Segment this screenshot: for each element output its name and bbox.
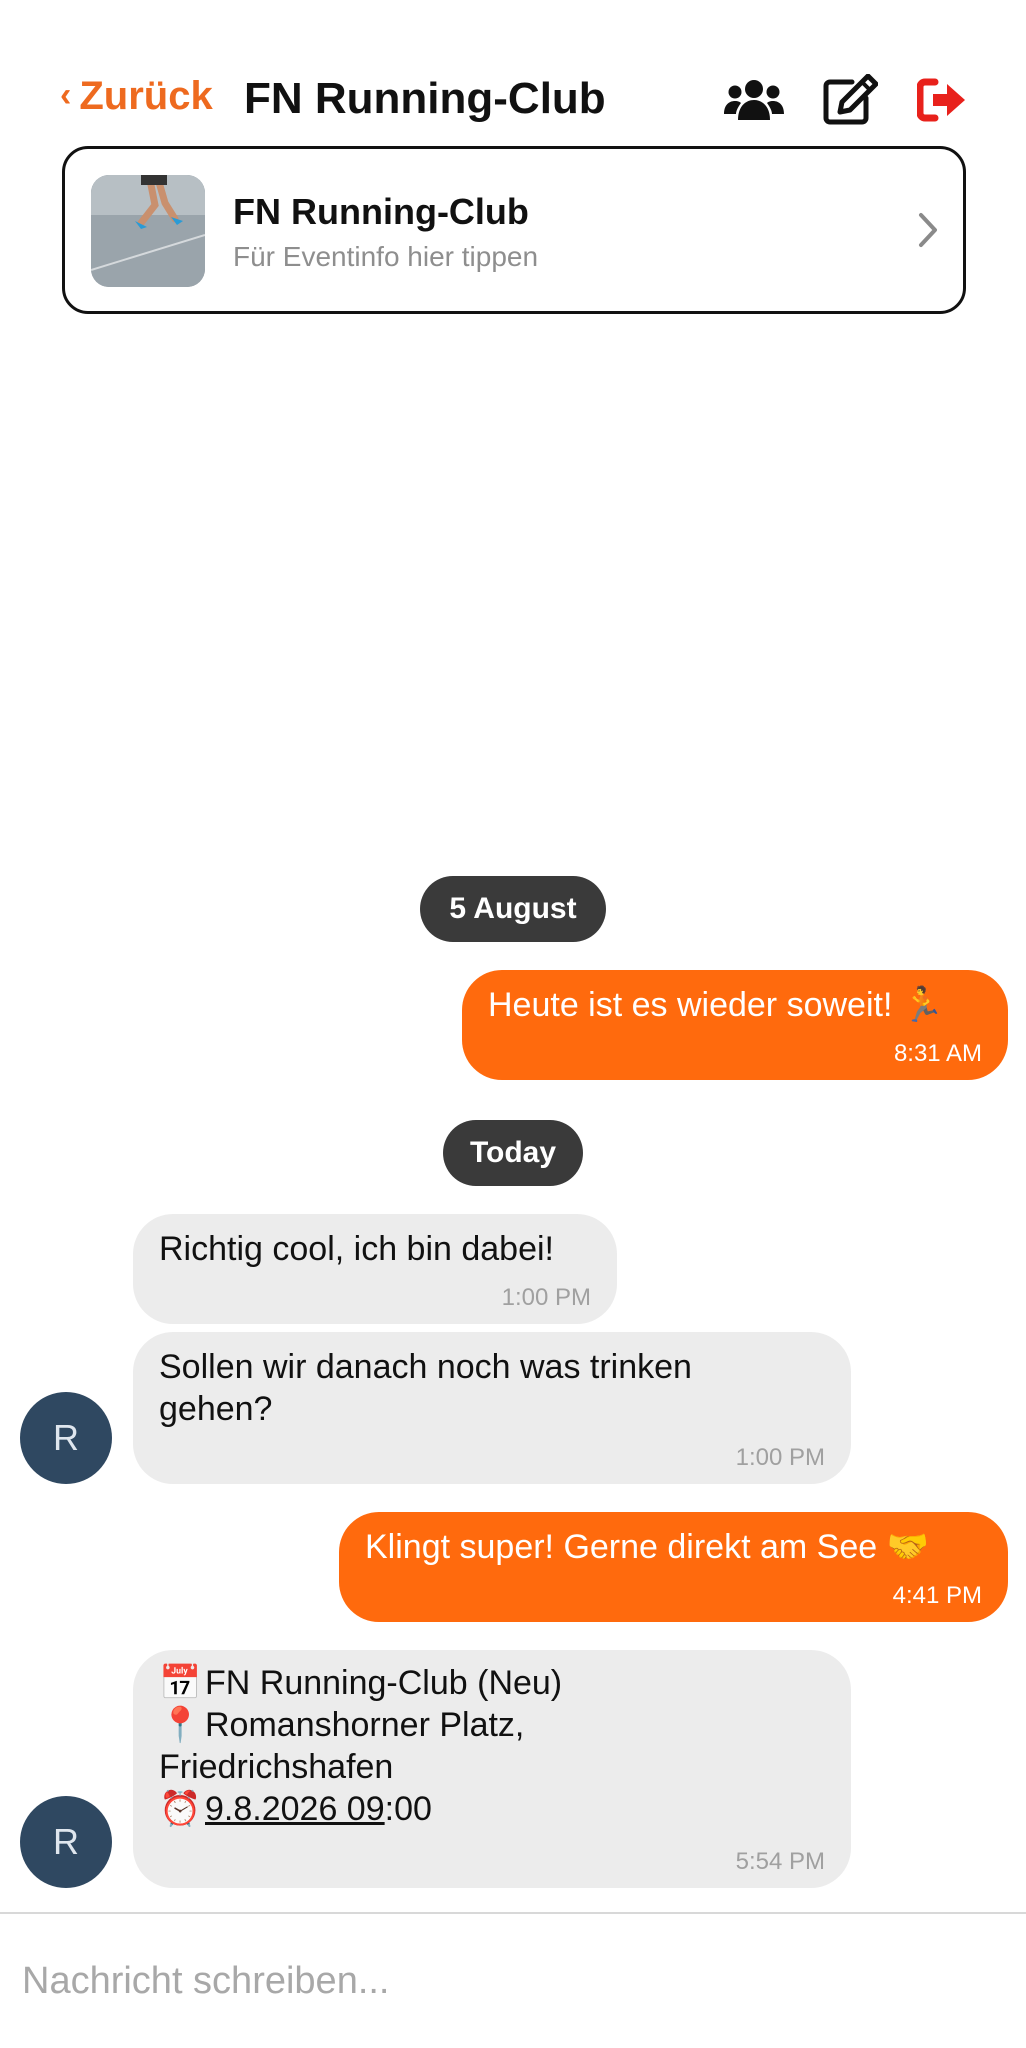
message-bubble-incoming[interactable]: Sollen wir danach noch was trinken gehen… — [133, 1332, 851, 1484]
message-bubble-incoming[interactable]: Richtig cool, ich bin dabei! 1:00 PM — [133, 1214, 617, 1324]
event-time-rest: :00 — [384, 1790, 432, 1828]
leave-icon[interactable] — [910, 70, 974, 130]
avatar[interactable]: R — [20, 1796, 112, 1888]
chat-title: FN Running-Club — [244, 74, 606, 123]
event-subtitle: Für Eventinfo hier tippen — [233, 241, 539, 272]
edit-icon[interactable] — [818, 70, 882, 130]
event-title: FN Running-Club — [233, 191, 529, 232]
back-button[interactable]: ‹ Zurück — [60, 74, 213, 119]
event-message-line: 📅 FN Running-Club (Neu) — [159, 1662, 562, 1704]
date-separator: 5 August — [420, 876, 606, 942]
event-message-line: ⏰ 9.8.2026 09:00 — [159, 1788, 432, 1830]
message-time: 1:00 PM — [501, 1284, 591, 1311]
message-text: Heute ist es wieder soweit! 🏃 — [488, 986, 945, 1024]
message-text-line: gehen? — [159, 1390, 273, 1428]
calendar-icon: 📅 — [159, 1664, 202, 1702]
chevron-right-icon — [917, 211, 939, 254]
event-thumbnail — [91, 175, 205, 287]
message-input[interactable] — [0, 1914, 1026, 2048]
event-info-card[interactable]: FN Running-Club Für Eventinfo hier tippe… — [62, 146, 966, 314]
event-message-line: Friedrichshafen — [159, 1746, 393, 1788]
chat-header: ‹ Zurück FN Running-Club — [0, 60, 1026, 140]
message-time: 1:00 PM — [735, 1444, 825, 1471]
message-time: 8:31 AM — [893, 1040, 982, 1067]
event-date-link[interactable]: 9.8.2026 09 — [205, 1788, 385, 1830]
message-bubble-outgoing[interactable]: Heute ist es wieder soweit! 🏃 8:31 AM — [462, 970, 1008, 1080]
users-icon[interactable] — [722, 70, 786, 130]
event-message-line: 📍 Romanshorner Platz, — [159, 1704, 524, 1746]
message-text: Richtig cool, ich bin dabei! — [159, 1230, 555, 1268]
chevron-left-icon: ‹ — [60, 76, 72, 114]
message-bubble-incoming[interactable]: 📅 FN Running-Club (Neu) 📍 Romanshorner P… — [133, 1650, 851, 1888]
alarm-clock-icon: ⏰ — [159, 1790, 202, 1828]
message-text: Klingt super! Gerne direkt am See 🤝 — [365, 1528, 929, 1566]
date-separator: Today — [443, 1120, 583, 1186]
avatar[interactable]: R — [20, 1392, 112, 1484]
event-message-city: Friedrichshafen — [159, 1748, 394, 1786]
back-label: Zurück — [79, 74, 213, 118]
message-bubble-outgoing[interactable]: Klingt super! Gerne direkt am See 🤝 4:41… — [339, 1512, 1008, 1622]
location-pin-icon: 📍 — [159, 1706, 202, 1744]
event-message-title: FN Running-Club (Neu) — [205, 1664, 563, 1702]
message-time: 5:54 PM — [735, 1848, 825, 1875]
message-time: 4:41 PM — [892, 1582, 982, 1609]
event-message-location: Romanshorner Platz, — [205, 1706, 525, 1744]
message-text-line: Sollen wir danach noch was trinken — [159, 1348, 692, 1386]
